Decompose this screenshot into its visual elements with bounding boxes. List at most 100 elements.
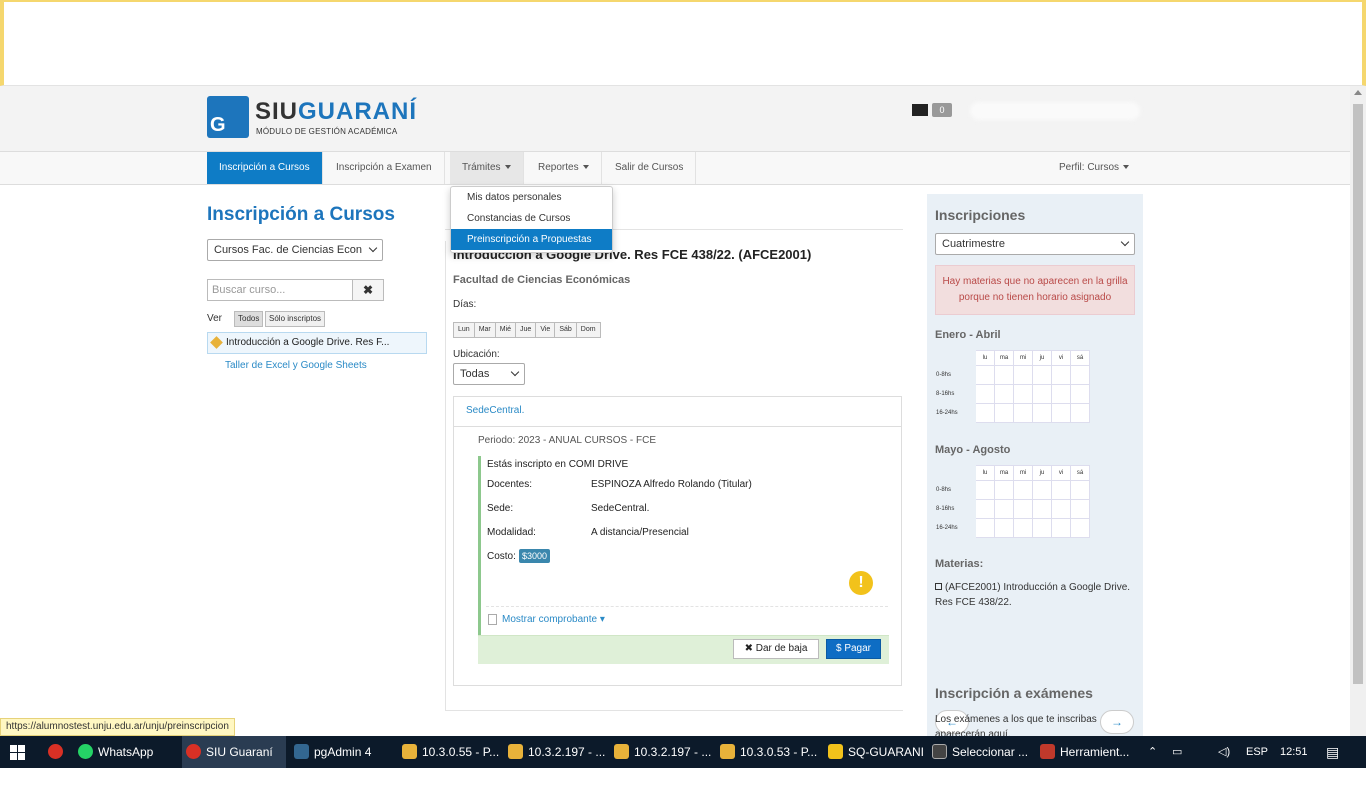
grid-day: mi xyxy=(1013,350,1033,366)
nav-inscripcion-cursos[interactable]: Inscripción a Cursos xyxy=(207,152,323,184)
putty-icon xyxy=(720,744,735,759)
taskbar-remote-3[interactable]: 10.3.2.197 - ... xyxy=(610,736,714,768)
mail-icon[interactable] xyxy=(912,104,928,116)
taskbar-pgadmin[interactable]: pgAdmin 4 xyxy=(290,736,394,768)
taskbar-sq-guarani[interactable]: SQ-GUARANI xyxy=(824,736,924,768)
taskbar-herramientas[interactable]: Herramient... xyxy=(1036,736,1136,768)
day-button[interactable]: Sáb xyxy=(554,322,577,338)
dias-label: Días: xyxy=(453,299,477,310)
page-scrollbar[interactable] xyxy=(1350,86,1366,736)
day-button[interactable]: Mié xyxy=(494,322,517,338)
mostrar-comprobante-link[interactable]: Mostrar comprobante ▾ xyxy=(488,614,605,625)
taskbar-label: 10.3.0.55 - P... xyxy=(422,745,500,759)
ubicacion-value: Todas xyxy=(460,368,490,380)
nav-tramites[interactable]: Trámites xyxy=(450,152,524,184)
dar-de-baja-button[interactable]: ✖ Dar de baja xyxy=(733,639,819,659)
pagar-button[interactable]: $ Pagar xyxy=(826,639,881,659)
examenes-title: Inscripción a exámenes xyxy=(935,685,1093,701)
chrome-taskbar-icon[interactable] xyxy=(44,736,68,768)
taskbar-remote-1[interactable]: 10.3.0.55 - P... xyxy=(398,736,502,768)
grid-cell xyxy=(975,384,995,404)
scroll-up-icon[interactable] xyxy=(1354,90,1362,95)
grid-day: ma xyxy=(994,465,1014,481)
grid-day: sá xyxy=(1070,465,1090,481)
ver-label: Ver xyxy=(207,313,223,324)
grid-cell xyxy=(1070,480,1090,500)
warning-icon[interactable]: ! xyxy=(849,571,873,595)
menu-preinscripcion[interactable]: Preinscripción a Propuestas xyxy=(451,229,612,250)
day-button[interactable]: Vie xyxy=(535,322,556,338)
materia-item[interactable]: (AFCE2001) Introducción a Google Drive. … xyxy=(935,580,1135,610)
grid-hour: 16-24hs xyxy=(935,518,976,538)
day-filter: Lun Mar Mié Jue Vie Sáb Dom xyxy=(453,322,601,338)
grid-cell xyxy=(1051,499,1071,519)
notifications-icon[interactable]: ▤ xyxy=(1326,736,1339,768)
taskbar-label: WhatsApp xyxy=(98,745,154,759)
ubicacion-select[interactable]: Todas xyxy=(453,363,525,385)
cursos-filter-value: Cursos Fac. de Ciencias Econ xyxy=(214,244,362,256)
taskbar-seleccionar[interactable]: Seleccionar ... xyxy=(928,736,1032,768)
clear-search-button[interactable]: ✖ xyxy=(352,279,384,301)
grid-cell xyxy=(1032,403,1052,423)
taskbar-label: SQ-GUARANI xyxy=(848,745,925,759)
grid-day: ma xyxy=(994,350,1014,366)
day-button[interactable]: Jue xyxy=(515,322,537,338)
mostrar-comprobante-label: Mostrar comprobante ▾ xyxy=(502,614,605,626)
filter-solo-inscriptos-button[interactable]: Sólo inscriptos xyxy=(265,311,326,327)
taskbar-remote-2[interactable]: 10.3.2.197 - ... xyxy=(504,736,608,768)
grid-cell xyxy=(975,499,995,519)
grid-cell xyxy=(975,518,995,538)
tray-language[interactable]: ESP xyxy=(1246,736,1268,768)
nav-perfil[interactable]: Perfil: Cursos xyxy=(1047,152,1141,184)
cursos-filter-select[interactable]: Cursos Fac. de Ciencias Econ xyxy=(207,239,383,261)
tray-network-icon[interactable]: ▭ xyxy=(1172,736,1182,768)
tray-volume-icon[interactable]: ◁) xyxy=(1218,736,1230,768)
putty-icon xyxy=(402,744,417,759)
grid-cell xyxy=(1032,499,1052,519)
sede-link[interactable]: SedeCentral. xyxy=(466,405,524,416)
nav-salir-cursos[interactable]: Salir de Cursos xyxy=(603,152,697,184)
taskbar-whatsapp[interactable]: WhatsApp xyxy=(74,736,178,768)
chevron-down-icon xyxy=(1120,237,1130,247)
nav-reportes[interactable]: Reportes xyxy=(526,152,602,184)
folder-icon xyxy=(828,744,843,759)
site-header: G SIUGUARANÍ MÓDULO DE GESTIÓN ACADÉMICA… xyxy=(0,86,1350,151)
tray-clock[interactable]: 12:51 xyxy=(1280,736,1308,768)
day-button[interactable]: Lun xyxy=(453,322,475,338)
sede-value: SedeCentral. xyxy=(591,503,650,514)
grid-cell xyxy=(1070,499,1090,519)
examenes-text: Los exámenes a los que te inscribas apar… xyxy=(935,714,1097,736)
siu-logo[interactable]: G SIUGUARANÍ MÓDULO DE GESTIÓN ACADÉMICA xyxy=(207,96,417,140)
grid-cell xyxy=(1013,384,1033,404)
nav-inscripcion-examen[interactable]: Inscripción a Examen xyxy=(324,152,445,184)
docentes-value: ESPINOZA Alfredo Rolando (Titular) xyxy=(591,479,752,490)
chevron-down-icon xyxy=(510,367,520,377)
menu-constancias[interactable]: Constancias de Cursos xyxy=(451,208,612,229)
ubicacion-label: Ubicación: xyxy=(453,349,500,360)
grid-day: ju xyxy=(1032,350,1052,366)
periodo-select-value: Cuatrimestre xyxy=(942,238,1005,250)
taskbar-siu-guarani[interactable]: SIU Guaraní ... xyxy=(182,736,286,791)
taskbar-label: 10.3.2.197 - ... xyxy=(528,745,606,759)
mail-count-badge[interactable]: 0 xyxy=(932,103,952,117)
tray-chevron-up-icon[interactable]: ⌃ xyxy=(1148,736,1157,768)
course-item[interactable]: Taller de Excel y Google Sheets xyxy=(225,360,367,371)
grid-cell xyxy=(1013,499,1033,519)
inscripto-text: Estás inscripto en COMI DRIVE xyxy=(487,459,629,470)
filter-todos-button[interactable]: Todos xyxy=(234,311,264,327)
menu-mis-datos[interactable]: Mis datos personales xyxy=(451,187,612,208)
search-input[interactable]: Buscar curso... xyxy=(207,279,353,301)
periodo-select[interactable]: Cuatrimestre xyxy=(935,233,1135,255)
taskbar-label: SIU Guaraní ... xyxy=(206,745,273,791)
page: G SIUGUARANÍ MÓDULO DE GESTIÓN ACADÉMICA… xyxy=(0,86,1350,736)
windows-start-icon[interactable] xyxy=(10,745,25,760)
day-button[interactable]: Dom xyxy=(575,322,601,338)
course-item-selected[interactable]: Introducción a Google Drive. Res F... xyxy=(207,332,427,354)
caret-down-icon xyxy=(504,165,511,170)
inscripciones-sidebar: Inscripciones Cuatrimestre Hay materias … xyxy=(927,194,1143,736)
putty-icon xyxy=(614,744,629,759)
day-button[interactable]: Mar xyxy=(473,322,496,338)
taskbar-remote-4[interactable]: 10.3.0.53 - P... xyxy=(716,736,820,768)
scroll-thumb[interactable] xyxy=(1353,104,1363,684)
tools-icon xyxy=(1040,744,1055,759)
